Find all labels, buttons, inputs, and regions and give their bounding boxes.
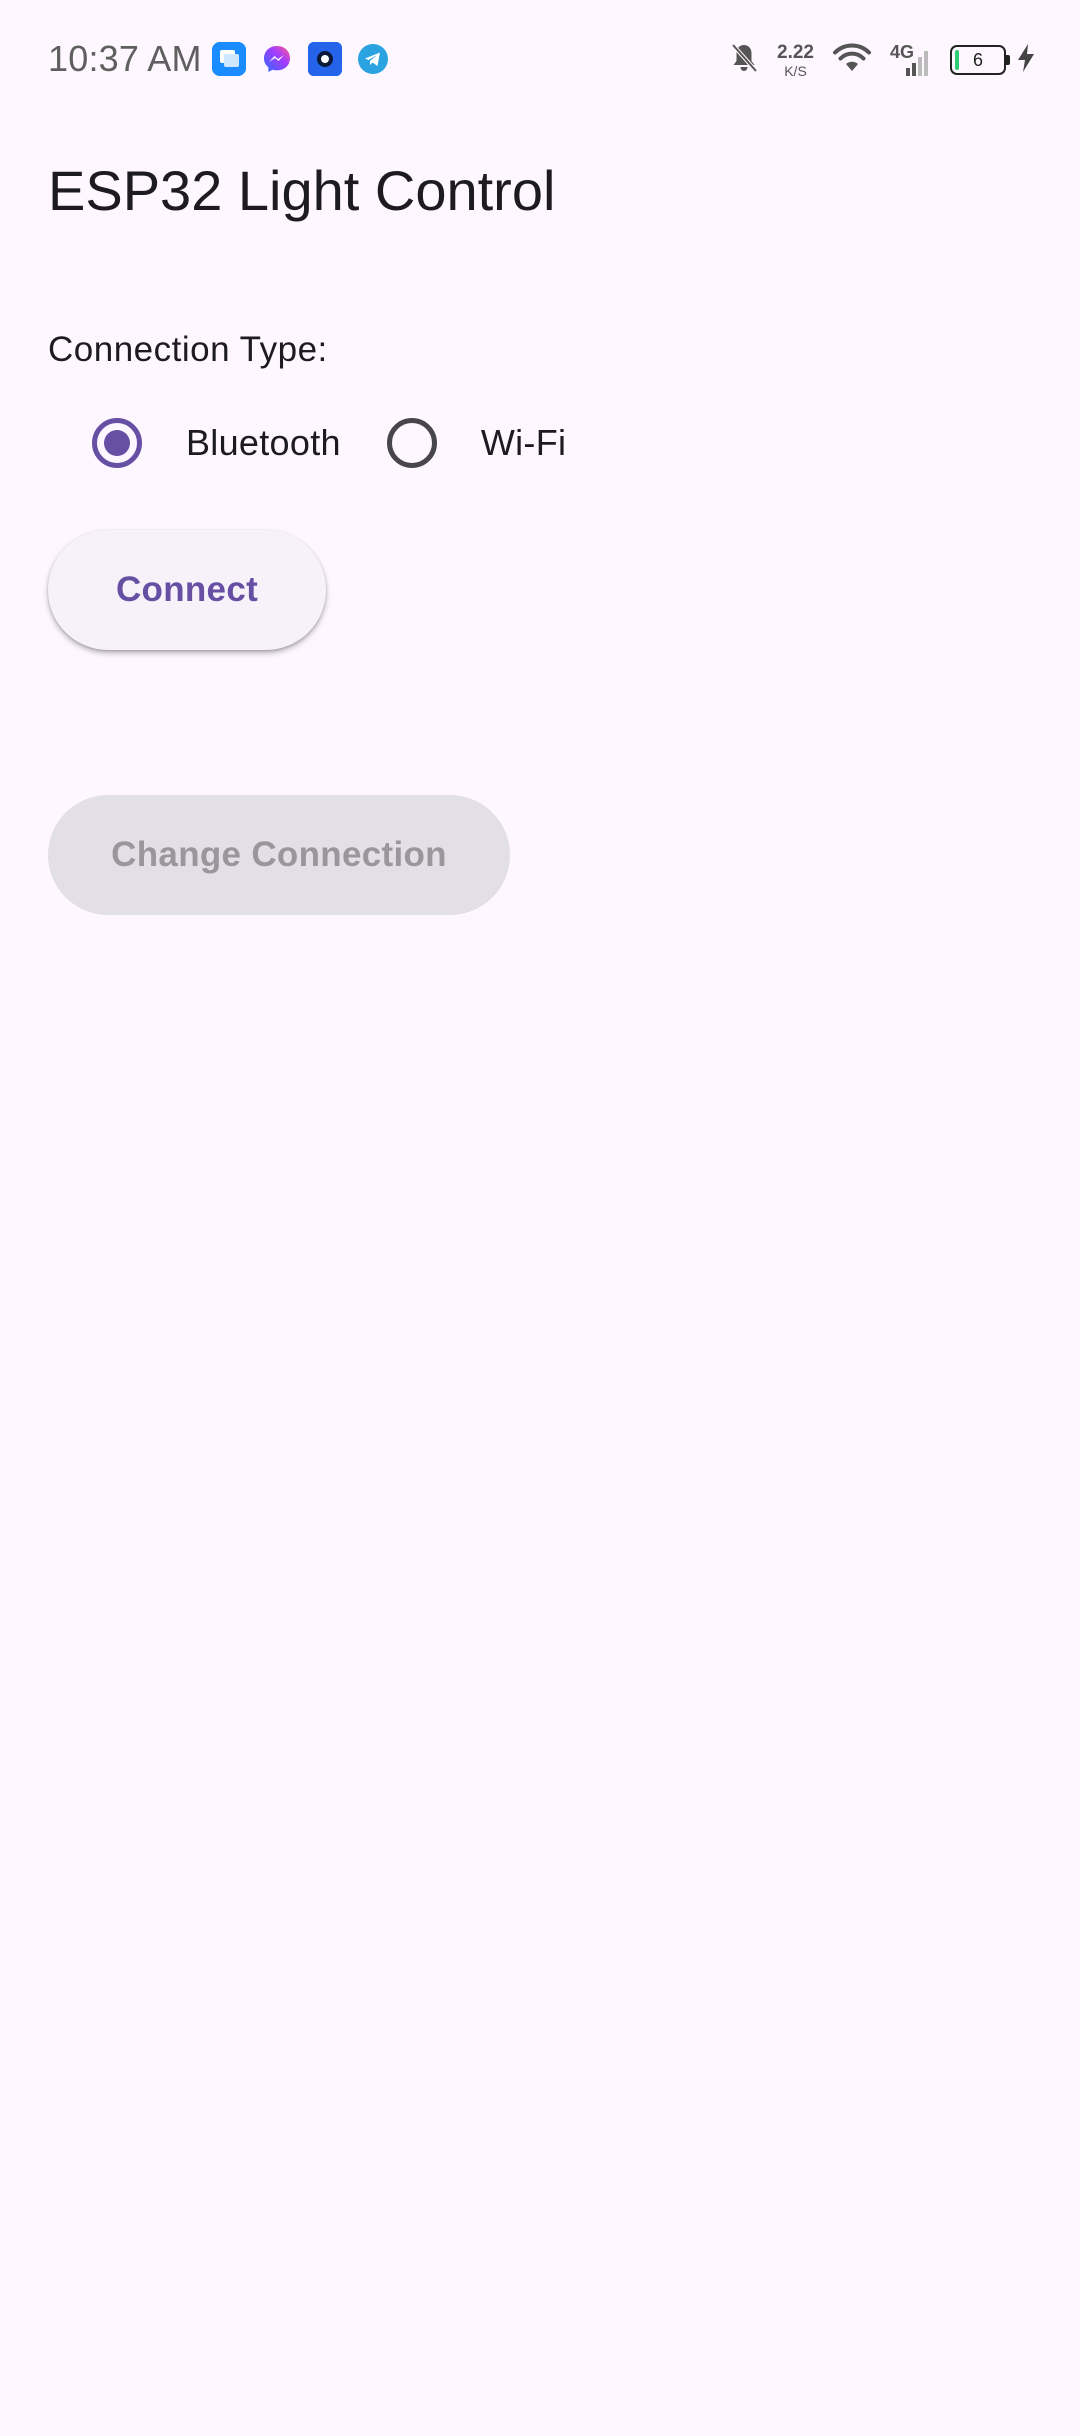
status-bar: 10:37 AM 2.22 K/S 4G 6 (0, 0, 1080, 120)
messages-icon (212, 42, 246, 76)
radio-label-bluetooth: Bluetooth (186, 422, 341, 463)
radio-button-wifi[interactable] (386, 418, 437, 468)
page-title: ESP32 Light Control (48, 159, 556, 222)
change-connection-button[interactable]: Change Connection (48, 795, 510, 915)
messenger-icon (260, 42, 294, 76)
radio-option-bluetooth[interactable]: Bluetooth (92, 418, 341, 468)
network-speed-unit: K/S (784, 62, 807, 79)
network-speed: 2.22 K/S (777, 43, 814, 78)
connect-button[interactable]: Connect (48, 530, 326, 650)
battery-fill (955, 50, 959, 70)
wifi-icon (832, 42, 872, 79)
status-indicators: 2.22 K/S 4G 6 (729, 38, 1036, 82)
radio-label-wifi: Wi-Fi (480, 422, 567, 463)
connection-type-label: Connection Type: (48, 330, 328, 369)
network-speed-value: 2.22 (777, 41, 814, 63)
connection-type-radio-group: Bluetooth Wi-Fi (92, 418, 566, 468)
notification-icons (212, 42, 390, 76)
status-time: 10:37 AM (48, 38, 202, 79)
radio-option-wifi[interactable]: Wi-Fi (386, 418, 567, 468)
cellular-signal: 4G (890, 40, 932, 80)
app-icon (308, 42, 342, 76)
radio-button-bluetooth[interactable] (92, 418, 142, 468)
mute-bell-icon (729, 42, 759, 79)
battery-level: 6 (972, 49, 983, 70)
battery-indicator: 6 (950, 45, 1010, 75)
telegram-icon (356, 42, 390, 76)
charging-bolt-icon (1016, 42, 1036, 79)
